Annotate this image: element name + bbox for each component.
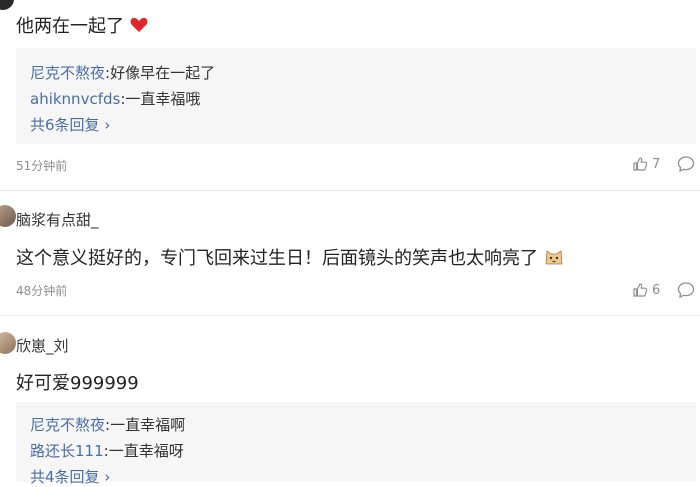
comment-text: 这个意义挺好的，专门飞回来过生日！后面镜头的笑声也太响亮了 (16, 244, 564, 270)
cat-emoji-icon (545, 250, 563, 265)
comment-text: 好可爱999999 (16, 373, 139, 394)
reply-username[interactable]: 尼克不熬夜 (30, 64, 105, 82)
reply-box: 尼克不熬夜:一直幸福啊 路还长111:一直幸福呀 共4条回复 › (16, 402, 696, 486)
reply-line: 尼克不熬夜:好像早在一起了 (30, 62, 215, 83)
thumbs-up-icon (633, 283, 648, 297)
reply-line: ahiknnvcfds:一直幸福哦 (30, 88, 200, 109)
more-replies-label: 共4条回复 (30, 468, 100, 486)
reply-line: 路还长111:一直幸福呀 (30, 440, 184, 461)
like-button[interactable]: 7 (632, 156, 660, 172)
more-replies-link[interactable]: 共4条回复 › (30, 466, 110, 487)
timestamp: 51分钟前 (16, 159, 68, 173)
reply-text: :好像早在一起了 (105, 64, 216, 82)
chevron-right-icon: › (104, 468, 111, 486)
chevron-right-icon: › (104, 116, 111, 134)
thumbs-up-icon (633, 157, 648, 171)
heart-emoji-icon (130, 17, 148, 32)
comment-bubble-icon[interactable] (677, 155, 695, 173)
reply-box: 尼克不熬夜:好像早在一起了 ahiknnvcfds:一直幸福哦 共6条回复 › (16, 48, 696, 144)
divider (0, 315, 700, 316)
username[interactable]: 欣崽_刘 (16, 335, 69, 356)
avatar[interactable] (0, 0, 14, 10)
reply-text: :一直幸福呀 (103, 442, 184, 460)
reply-text: :一直幸福哦 (120, 90, 201, 108)
like-count: 6 (652, 282, 661, 298)
reply-username[interactable]: 尼克不熬夜 (30, 416, 105, 434)
like-count: 7 (652, 156, 661, 172)
username[interactable]: 脑浆有点甜_ (16, 209, 99, 230)
timestamp: 48分钟前 (16, 284, 68, 298)
like-button[interactable]: 6 (632, 282, 660, 298)
comment-bubble-icon[interactable] (677, 281, 695, 299)
more-replies-label: 共6条回复 (30, 116, 100, 134)
reply-username[interactable]: 路还长111 (30, 442, 104, 460)
reply-username[interactable]: ahiknnvcfds (30, 90, 120, 108)
avatar[interactable] (0, 332, 16, 354)
comment-text: 他两在一起了 (16, 12, 148, 38)
avatar[interactable] (0, 205, 16, 227)
reply-text: :一直幸福啊 (105, 416, 186, 434)
more-replies-link[interactable]: 共6条回复 › (30, 114, 110, 135)
reply-line: 尼克不熬夜:一直幸福啊 (30, 414, 185, 435)
divider (0, 190, 700, 191)
